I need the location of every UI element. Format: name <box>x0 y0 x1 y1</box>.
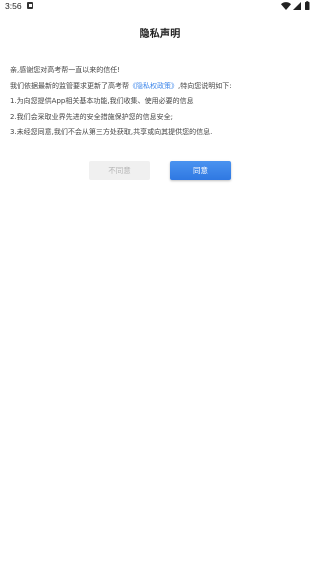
privacy-line-2: 2.我们会采取业界先进的安全措施保护您的信息安全; <box>10 112 174 121</box>
privacy-line-greeting: 亲,感谢您对高考帮一直以来的信任! <box>10 66 121 74</box>
privacy-line-update-prefix: 我们依据最新的监管要求更新了高考帮 <box>10 81 129 90</box>
privacy-content: 亲,感谢您对高考帮一直以来的信任! 我们依据最新的监管要求更新了高考帮《隐私权政… <box>10 63 314 141</box>
dialog-title: 隐私声明 <box>139 29 181 40</box>
agree-button[interactable]: 同意 <box>170 161 231 180</box>
disagree-button[interactable]: 不同意 <box>89 161 150 180</box>
status-time: 3:56 <box>5 1 22 11</box>
privacy-line-update: 我们依据最新的监管要求更新了高考帮《隐私权政策》,特向您说明如下: <box>10 79 314 95</box>
privacy-line-1: 1.为向您提供App相关基本功能,我们收集、使用必要的信息 <box>10 97 194 106</box>
privacy-policy-link[interactable]: 《隐私权政策》 <box>129 82 178 90</box>
status-bar: 3:56 <box>0 0 320 13</box>
battery-icon <box>305 1 310 10</box>
privacy-line-3: 3.未经您同意,我们不会从第三方处获取,共享或向其提供您的信息. <box>10 128 213 137</box>
wifi-icon <box>281 2 291 10</box>
privacy-line-update-suffix: ,特向您说明如下: <box>178 81 232 90</box>
cell-signal-icon <box>293 2 301 10</box>
status-icons <box>280 1 314 11</box>
notification-icon <box>27 2 33 9</box>
